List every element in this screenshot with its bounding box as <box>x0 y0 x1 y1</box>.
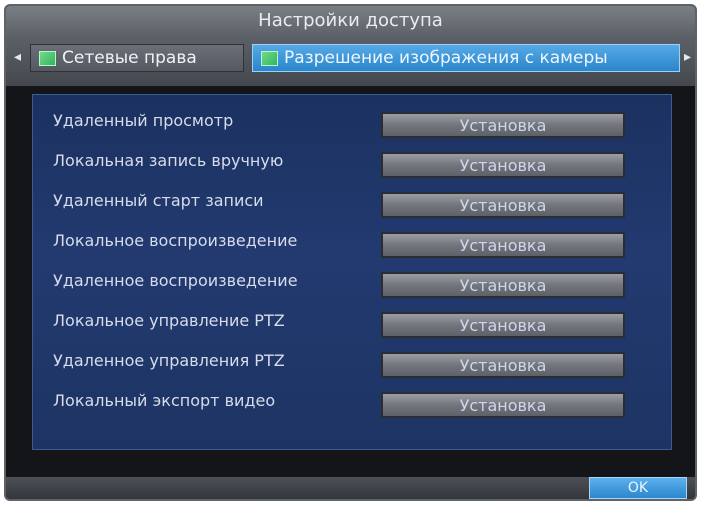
permission-row: Удаленное управления PTZ Установка <box>33 349 671 379</box>
permission-row: Локальное воспроизведение Установка <box>33 229 671 259</box>
setup-button[interactable]: Установка <box>381 112 625 138</box>
permission-row: Удаленный старт записи Установка <box>33 189 671 219</box>
tab-label: Разрешение изображения с камеры <box>284 48 608 68</box>
permission-row: Локальное управление PTZ Установка <box>33 309 671 339</box>
green-flag-icon <box>261 50 278 66</box>
permissions-panel: Удаленный просмотр Установка Локальная з… <box>32 94 672 450</box>
permission-row: Локальный экспорт видео Установка <box>33 389 671 419</box>
footer-bar: OK <box>6 477 695 499</box>
tab-network-rights[interactable]: Сетевые права <box>30 44 244 72</box>
permission-label: Локальный экспорт видео <box>53 391 276 410</box>
permission-label: Удаленный старт записи <box>53 191 264 210</box>
window-title: Настройки доступа <box>258 10 443 31</box>
permission-label: Удаленное управления PTZ <box>53 351 285 370</box>
setup-button[interactable]: Установка <box>381 312 625 338</box>
settings-window: Настройки доступа ◂ Сетевые права Разреш… <box>4 4 697 501</box>
tab-camera-permissions[interactable]: Разрешение изображения с камеры <box>252 44 680 72</box>
setup-button[interactable]: Установка <box>381 392 625 418</box>
permission-label: Локальное воспроизведение <box>53 231 298 250</box>
tab-right-arrow-icon[interactable]: ▸ <box>684 49 691 65</box>
setup-button[interactable]: Установка <box>381 192 625 218</box>
permission-row: Удаленный просмотр Установка <box>33 109 671 139</box>
tab-left-arrow-icon[interactable]: ◂ <box>14 49 21 65</box>
setup-button[interactable]: Установка <box>381 232 625 258</box>
green-flag-icon <box>39 50 56 66</box>
dvr-access-settings-screen: Настройки доступа ◂ Сетевые права Разреш… <box>0 0 701 515</box>
tab-row: ◂ Сетевые права Разрешение изображения с… <box>6 40 695 76</box>
header-bar: Настройки доступа ◂ Сетевые права Разреш… <box>6 6 695 86</box>
permission-label: Удаленное воспроизведение <box>53 271 298 290</box>
setup-button[interactable]: Установка <box>381 152 625 178</box>
permission-label: Локальная запись вручную <box>53 151 284 170</box>
permission-label: Удаленный просмотр <box>53 111 234 130</box>
ok-button[interactable]: OK <box>589 477 687 499</box>
setup-button[interactable]: Установка <box>381 352 625 378</box>
permission-row: Удаленное воспроизведение Установка <box>33 269 671 299</box>
permission-label: Локальное управление PTZ <box>53 311 285 330</box>
tab-label: Сетевые права <box>62 48 197 68</box>
permission-row: Локальная запись вручную Установка <box>33 149 671 179</box>
setup-button[interactable]: Установка <box>381 272 625 298</box>
